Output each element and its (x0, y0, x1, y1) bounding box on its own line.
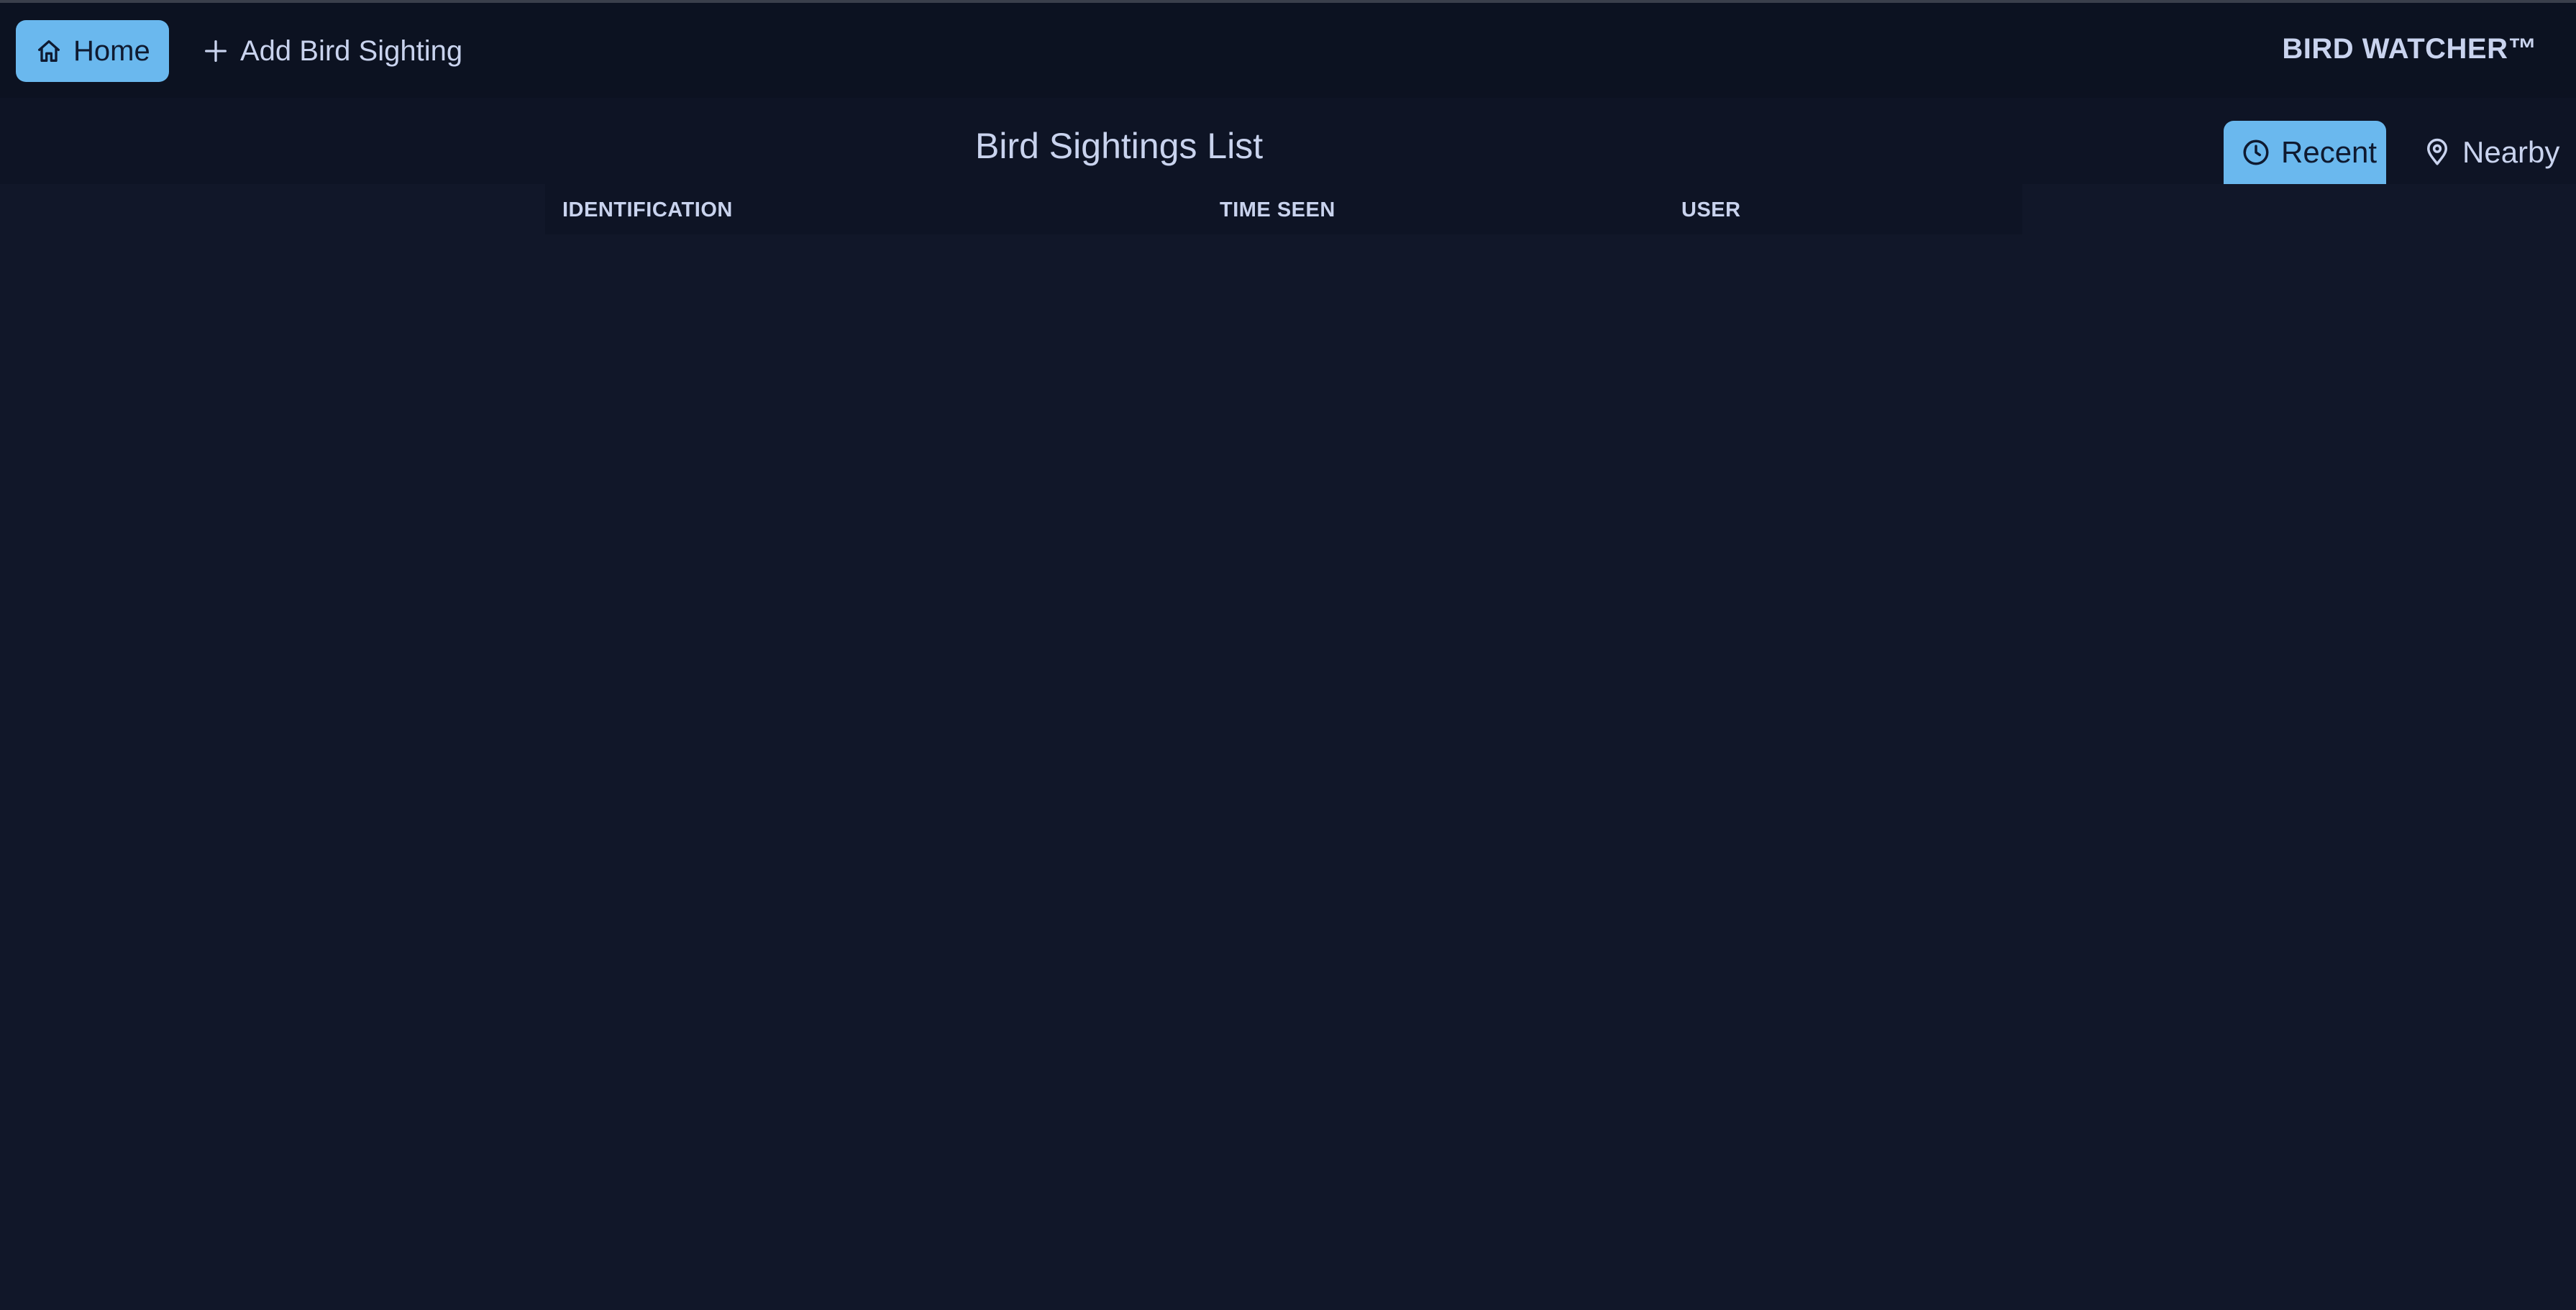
list-toolbar: Bird Sightings List Recent Nearby (0, 98, 2576, 184)
tab-nearby-label: Nearby (2462, 135, 2560, 169)
clock-icon (2241, 137, 2271, 168)
column-header-user[interactable]: USER (1681, 198, 1741, 222)
page-title: Bird Sightings List (975, 126, 1264, 166)
table-header-row: IDENTIFICATION TIME SEEN USER (545, 184, 2022, 234)
column-header-time-seen[interactable]: TIME SEEN (1220, 198, 1335, 222)
top-navigation-bar: Home Add Bird Sighting BIRD WATCHER™ (0, 3, 2576, 98)
home-button-label: Home (73, 35, 150, 67)
bird-sightings-table: IDENTIFICATION TIME SEEN USER (545, 184, 2022, 234)
tab-recent-label: Recent (2281, 135, 2378, 169)
map-pin-icon (2422, 137, 2452, 168)
plus-icon (201, 37, 230, 65)
add-bird-sighting-label: Add Bird Sighting (240, 35, 463, 67)
tab-recent[interactable]: Recent (2224, 121, 2386, 184)
add-bird-sighting-button[interactable]: Add Bird Sighting (183, 20, 481, 82)
column-header-identification[interactable]: IDENTIFICATION (562, 198, 733, 222)
home-button[interactable]: Home (16, 20, 169, 82)
app-window: Home Add Bird Sighting BIRD WATCHER™ Bir… (0, 0, 2576, 1310)
home-icon (35, 37, 63, 65)
brand-logo-text: BIRD WATCHER™ (2282, 33, 2537, 65)
tab-nearby[interactable]: Nearby (2405, 121, 2576, 184)
